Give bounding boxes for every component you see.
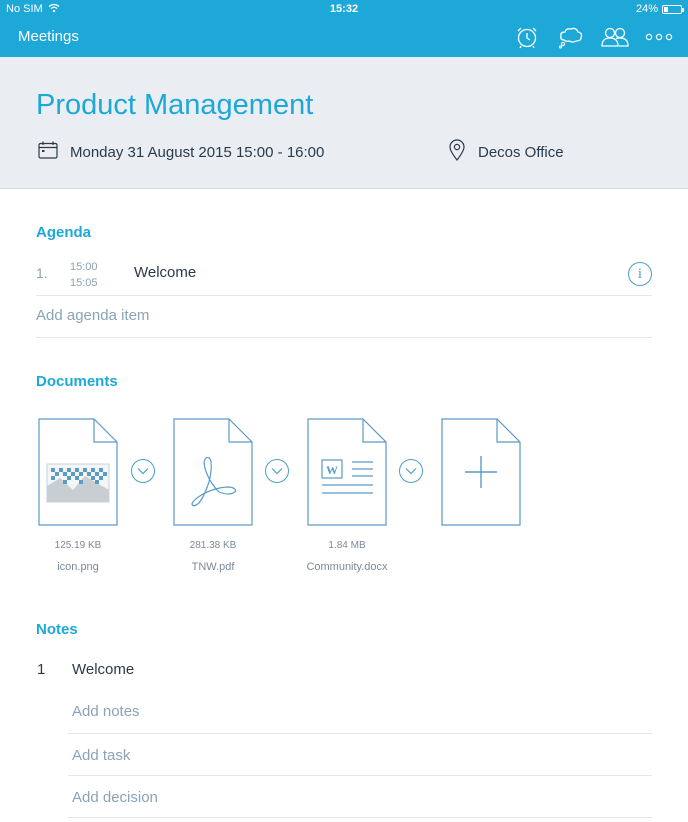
agenda-item[interactable]: 1. 15:00 15:05 Welcome i: [36, 252, 652, 296]
add-decision-button[interactable]: Add decision: [68, 776, 652, 818]
meeting-location-text: Decos Office: [478, 143, 564, 161]
add-agenda-item-button[interactable]: Add agenda item: [36, 296, 652, 338]
add-file-icon: [441, 418, 521, 526]
more-icon[interactable]: [644, 24, 674, 50]
status-bar: No SIM 15:32 24%: [0, 0, 688, 20]
document-community-docx[interactable]: W: [307, 418, 387, 531]
chevron-down-icon[interactable]: [399, 459, 423, 483]
image-file-icon: [38, 418, 118, 526]
page-title: Product Management: [36, 89, 314, 121]
document-name: TNW.pdf: [191, 561, 235, 573]
agenda-item-number: 1.: [36, 265, 48, 281]
status-clock: 15:32: [329, 3, 359, 15]
nav-actions: [498, 24, 674, 50]
meeting-datetime: Monday 31 August 2015 15:00 - 16:00: [38, 141, 324, 163]
pdf-file-icon: [173, 418, 253, 526]
documents-heading: Documents: [36, 373, 118, 390]
alarm-clock-icon[interactable]: [512, 24, 542, 50]
agenda-item-start: 15:00: [70, 261, 98, 273]
chevron-down-icon[interactable]: [131, 459, 155, 483]
battery-percentage: 24%: [635, 3, 658, 15]
notes-heading: Notes: [36, 621, 78, 638]
document-size: 125.19 KB: [54, 540, 102, 551]
document-size: 1.84 MB: [328, 540, 366, 551]
note-item-number: 1: [37, 661, 46, 678]
word-badge: W: [326, 463, 338, 477]
agenda-item-times: 15:00 15:05: [70, 259, 98, 291]
agenda-item-label: Welcome: [134, 264, 197, 281]
chat-bubble-icon[interactable]: [556, 24, 586, 50]
agenda-heading: Agenda: [36, 224, 92, 241]
add-document-button[interactable]: [441, 418, 521, 531]
document-name: icon.png: [57, 561, 99, 573]
word-file-icon: W: [307, 418, 387, 526]
calendar-icon: [38, 141, 70, 163]
chevron-down-icon[interactable]: [265, 459, 289, 483]
add-notes-button[interactable]: Add notes: [68, 692, 652, 734]
add-task-button[interactable]: Add task: [68, 734, 652, 776]
document-size: 281.38 KB: [189, 540, 237, 551]
document-name: Community.docx: [306, 561, 388, 573]
battery-icon: [662, 5, 684, 14]
document-tnw-pdf[interactable]: [173, 418, 253, 531]
info-icon[interactable]: i: [628, 262, 652, 286]
location-pin-icon: [448, 139, 478, 165]
meeting-location: Decos Office: [448, 139, 564, 165]
nav-back-meetings[interactable]: Meetings: [18, 28, 79, 45]
agenda-item-end: 15:05: [70, 277, 98, 289]
top-bar: No SIM 15:32 24% Meetings: [0, 0, 688, 57]
document-icon-png[interactable]: [38, 418, 118, 531]
participants-icon[interactable]: [600, 24, 630, 50]
meeting-datetime-text: Monday 31 August 2015 15:00 - 16:00: [70, 143, 325, 161]
meeting-header: Product Management Monday 31 August 2015…: [0, 57, 688, 189]
note-item-title: Welcome: [72, 661, 135, 678]
